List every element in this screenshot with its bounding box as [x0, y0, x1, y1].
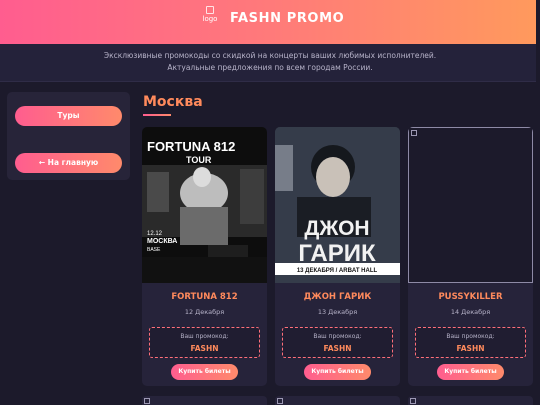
concert-date: 13 Декабря — [317, 308, 358, 316]
home-button[interactable]: ← На главную — [15, 153, 122, 173]
concert-card: FORTUNA 812 TOUR 12.12 МОСКВА BASE FORTU… — [142, 127, 267, 386]
poster-banner: 13 ДЕКАБРЯ / ARBAT HALL — [297, 268, 378, 274]
promo-box: Ваш промокод: FASHN — [415, 327, 526, 358]
broken-image-icon — [277, 398, 283, 404]
intro-banner: Эксклюзивные промокоды со скидкой на кон… — [0, 44, 540, 82]
top-header: logo FASHN PROMO — [0, 0, 540, 44]
concert-card-next[interactable] — [408, 396, 533, 405]
brand-title: FASHN PROMO — [230, 11, 345, 26]
concert-poster[interactable] — [408, 127, 533, 283]
poster-date: 12.12 — [147, 231, 163, 237]
artist-name: PUSSYKILLER — [438, 292, 503, 302]
city-title: Москва — [143, 94, 203, 110]
buy-tickets-button[interactable]: Купить билеты — [437, 364, 504, 380]
sidebar: Туры ← На главную — [7, 92, 130, 180]
concert-card: PUSSYKILLER 14 Декабря Ваш промокод: FAS… — [408, 127, 533, 386]
tours-button[interactable]: Туры — [15, 106, 122, 126]
concert-poster[interactable]: FORTUNA 812 TOUR 12.12 МОСКВА BASE — [142, 127, 267, 283]
garik-poster-image: ДЖОН ГАРИК 13 ДЕКАБРЯ / ARBAT HALL — [275, 127, 400, 283]
concert-date: 12 Декабря — [184, 308, 225, 316]
promo-box: Ваш промокод: FASHN — [282, 327, 393, 358]
poster-line-2: ГАРИК — [298, 240, 376, 267]
concert-poster[interactable]: ДЖОН ГАРИК 13 ДЕКАБРЯ / ARBAT HALL — [275, 127, 400, 283]
buy-tickets-button[interactable]: Купить билеты — [171, 364, 238, 380]
broken-image-icon — [206, 6, 214, 14]
broken-image-icon — [144, 398, 150, 404]
concert-card: ДЖОН ГАРИК 13 ДЕКАБРЯ / ARBAT HALL ДЖОН … — [275, 127, 400, 386]
buy-tickets-button[interactable]: Купить билеты — [304, 364, 371, 380]
promo-code[interactable]: FASHN — [416, 344, 525, 353]
promo-code[interactable]: FASHN — [150, 344, 259, 353]
intro-line-2: Актуальные предложения по всем городам Р… — [167, 63, 373, 72]
promo-label: Ваш промокод: — [180, 333, 229, 340]
poster-city: МОСКВА — [147, 238, 177, 245]
broken-image-icon — [410, 398, 416, 404]
promo-label: Ваш промокод: — [313, 333, 362, 340]
fortuna-poster-image: FORTUNA 812 TOUR 12.12 МОСКВА BASE — [142, 127, 267, 283]
logo[interactable]: logo — [198, 6, 222, 28]
page-scrollbar[interactable] — [536, 0, 540, 405]
intro-line-1: Эксклюзивные промокоды со скидкой на кон… — [103, 51, 437, 60]
concert-grid: FORTUNA 812 TOUR 12.12 МОСКВА BASE FORTU… — [142, 127, 534, 405]
poster-subtitle: TOUR — [186, 155, 212, 165]
concert-date: 14 Декабря — [450, 308, 491, 316]
artist-name: ДЖОН ГАРИК — [303, 292, 372, 302]
broken-image-icon — [411, 130, 417, 136]
concert-card-next[interactable] — [142, 396, 267, 405]
logo-alt-text: logo — [202, 15, 218, 23]
poster-line-1: ДЖОН — [304, 217, 369, 240]
artist-name: FORTUNA 812 — [171, 292, 238, 302]
city-underline — [143, 114, 171, 116]
promo-label: Ваш промокод: — [446, 333, 495, 340]
promo-box: Ваш промокод: FASHN — [149, 327, 260, 358]
promo-code[interactable]: FASHN — [283, 344, 392, 353]
poster-venue: BASE — [147, 247, 161, 253]
poster-title: FORTUNA 812 — [147, 139, 235, 154]
concert-card-next[interactable] — [275, 396, 400, 405]
